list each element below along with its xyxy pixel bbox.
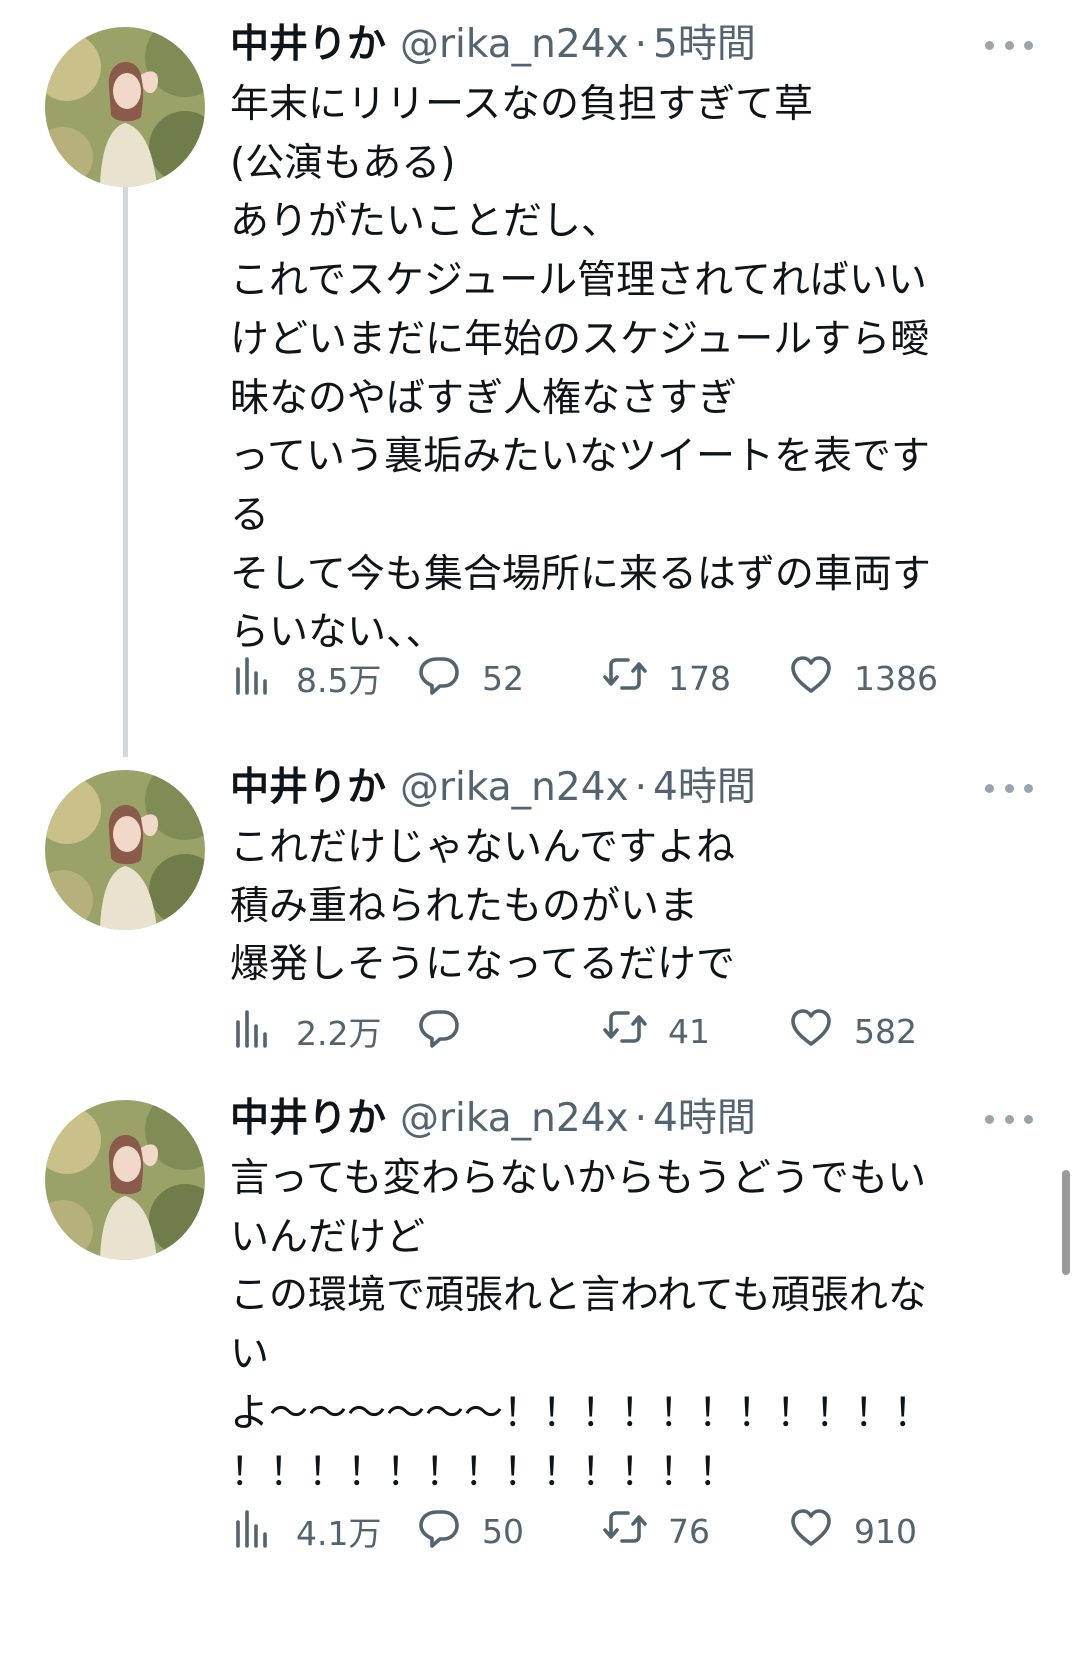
tweet-header: 中井りか @rika_n24x · 5時間 <box>230 15 756 75</box>
tweet-text-line: 爆発しそうになってるだけで <box>230 942 736 988</box>
tweet-text-line: 言っても変わらないからもうどうでもい <box>230 1156 927 1201</box>
tweet-text-line: これだけじゃないんですよね <box>230 825 736 870</box>
tweet-text-line: この環境で頑張れと言われても頑張れな <box>230 1273 927 1319</box>
reply-count: 50 <box>482 1511 524 1551</box>
more-horizontal-icon <box>985 1114 994 1124</box>
heart-icon <box>788 1504 854 1558</box>
user-handle[interactable]: @rika_n24x <box>400 1089 629 1149</box>
tweet-text[interactable]: 年末にリリースなの負担すぎて草 (公演もある) ありがたいことだし、これでスケジュー… <box>230 76 1010 663</box>
avatar[interactable] <box>45 1100 205 1260</box>
bar-chart-icon <box>230 1004 296 1058</box>
speech-bubble-icon <box>416 651 482 705</box>
views-count: 2.2万 <box>296 1014 382 1053</box>
tweet-text-line: っていう裏垢みたいなツイートを表です <box>230 434 931 480</box>
scrollbar[interactable] <box>1062 1170 1070 1275</box>
like-button[interactable]: 1386 <box>788 650 938 706</box>
retweet-button[interactable]: 76 <box>602 1503 710 1559</box>
retweet-button[interactable]: 41 <box>602 1003 710 1059</box>
speech-bubble-icon <box>416 1004 482 1058</box>
tweet-text-line: 年末にリリースなの負担すぎて草 <box>230 82 814 127</box>
like-count: 1386 <box>854 658 938 698</box>
tweet-text-line: 昧なのやばすぎ人権なさすぎ <box>230 375 738 421</box>
separator: · <box>634 22 648 67</box>
like-button[interactable]: 582 <box>788 1003 917 1059</box>
views-button[interactable]: 2.2万 <box>230 1003 381 1059</box>
tweet-text-line: けどいまだに年始のスケジュールすら曖 <box>230 316 930 362</box>
reply-button[interactable]: 52 <box>416 650 524 706</box>
display-name[interactable]: 中井りか <box>230 1089 386 1149</box>
bar-chart-icon <box>230 651 296 705</box>
retweet-arrows-icon <box>602 1504 668 1558</box>
retweet-count: 41 <box>668 1011 710 1051</box>
views-button[interactable]: 4.1万 <box>230 1503 381 1559</box>
action-bar: 4.1万 50 76 910 <box>230 1503 1010 1559</box>
tweet-text-line: いんだけど <box>230 1214 426 1260</box>
tweet-text-line: ！！！！！！！！！！！！！ <box>230 1449 738 1495</box>
tweet-text[interactable]: 言っても変わらないからもうどうでもい いんだけどこの環境で頑張れと言われても頑張れ… <box>230 1150 1010 1502</box>
speech-bubble-icon <box>416 1504 482 1558</box>
reply-button[interactable]: 50 <box>416 1503 524 1559</box>
user-handle[interactable]: @rika_n24x <box>400 15 629 75</box>
tweet-text-line: (公演もある) <box>230 140 456 186</box>
tweet-text-line: る <box>230 492 270 538</box>
tweet-text[interactable]: これだけじゃないんですよね 積み重ねられたものがいま 爆発しそうになってるだけで <box>230 819 1010 995</box>
action-bar: 8.5万 52 178 1386 <box>230 650 1010 706</box>
views-count: 4.1万 <box>296 1514 382 1553</box>
tweet-text-line: 積み重ねられたものがいま <box>230 883 699 929</box>
like-count: 910 <box>854 1511 917 1551</box>
more-options-button[interactable] <box>985 778 1033 798</box>
tweet-text-line: い <box>230 1332 270 1378</box>
user-handle[interactable]: @rika_n24x <box>400 758 629 818</box>
retweet-arrows-icon <box>602 1004 668 1058</box>
heart-icon <box>788 1004 854 1058</box>
tweet-text-line: よ〜〜〜〜〜〜！！！！！！！！！！！ <box>230 1390 933 1436</box>
bar-chart-icon <box>230 1504 296 1558</box>
retweet-button[interactable]: 178 <box>602 650 731 706</box>
views-button[interactable]: 8.5万 <box>230 650 381 706</box>
action-bar: 2.2万 41 582 <box>230 1003 1010 1059</box>
reply-count: 52 <box>482 658 524 698</box>
reply-button[interactable] <box>416 1003 482 1059</box>
retweet-count: 178 <box>668 658 731 698</box>
tweet-header: 中井りか @rika_n24x · 4時間 <box>230 1089 756 1149</box>
display-name[interactable]: 中井りか <box>230 758 386 818</box>
retweet-count: 76 <box>668 1511 710 1551</box>
views-count: 8.5万 <box>296 661 382 700</box>
more-options-button[interactable] <box>985 1109 1033 1129</box>
tweet-text-line: そして今も集合場所に来るはずの車両す <box>230 551 931 597</box>
separator: · <box>634 765 648 810</box>
tweet-header: 中井りか @rika_n24x · 4時間 <box>230 758 756 818</box>
like-button[interactable]: 910 <box>788 1503 917 1559</box>
heart-icon <box>788 651 854 705</box>
separator: · <box>634 1096 648 1141</box>
tweet-text-line: これでスケジュール管理されてればいい <box>230 258 927 304</box>
timestamp[interactable]: 5時間 <box>653 15 756 75</box>
more-horizontal-icon <box>985 40 994 50</box>
avatar[interactable] <box>45 27 205 187</box>
more-options-button[interactable] <box>985 35 1033 55</box>
tweet-text-line: ありがたいことだし、 <box>230 199 621 245</box>
display-name[interactable]: 中井りか <box>230 15 386 75</box>
timestamp[interactable]: 4時間 <box>653 1089 756 1149</box>
timestamp[interactable]: 4時間 <box>653 758 756 818</box>
retweet-arrows-icon <box>602 651 668 705</box>
avatar[interactable] <box>45 770 205 930</box>
more-horizontal-icon <box>985 783 994 793</box>
thread-line <box>123 187 128 757</box>
like-count: 582 <box>854 1011 917 1051</box>
